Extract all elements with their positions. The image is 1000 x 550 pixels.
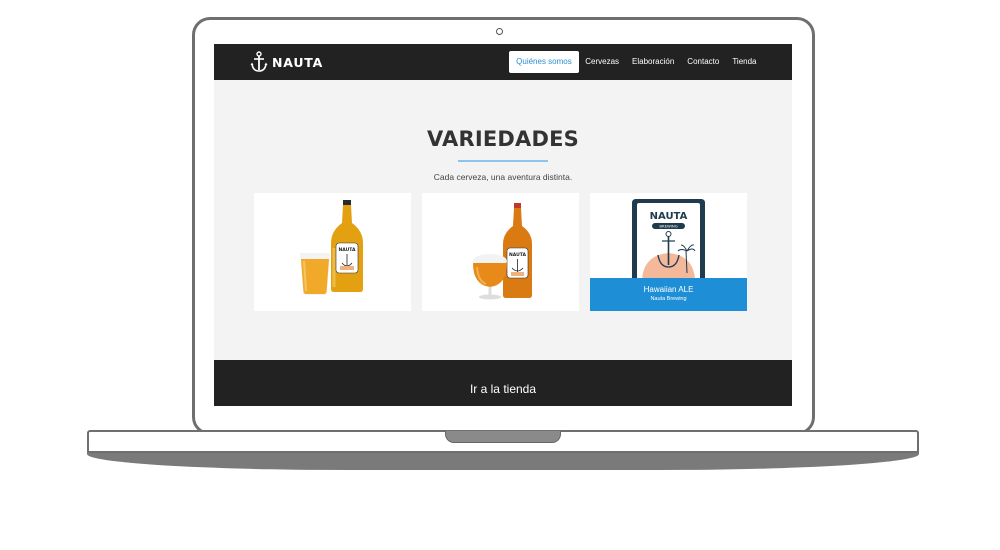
card-caption: Hawaiian ALE Nauta Brewing [590,278,747,311]
svg-text:NAUTA: NAUTA [509,252,526,258]
title-divider [458,160,548,162]
navbar: NAUTA Quiénes somos Cervezas Elaboración… [214,44,792,80]
label-sub-text: BREWING [659,224,677,229]
laptop-notch [445,431,561,443]
svg-text:NAUTA: NAUTA [339,247,356,253]
beer-bottle-with-glass-photo: NAUTA [300,200,363,295]
shop-link[interactable]: Ir a la tienda [214,382,792,396]
label-brand-text: NAUTA [650,211,688,222]
nav-item-contacto[interactable]: Contacto [681,51,726,73]
beer-name: Hawaiian ALE [643,285,694,294]
section-title: VARIEDADES [427,127,579,151]
brand-logo[interactable]: NAUTA [250,51,323,73]
nav-item-quienes-somos[interactable]: Quiénes somos [509,51,579,73]
laptop-mockup: NAUTA Quiénes somos Cervezas Elaboración… [0,0,1000,550]
anchor-icon [250,51,268,72]
brand-name: NAUTA [272,54,324,70]
laptop-base-shadow [87,453,919,470]
nav-item-cervezas[interactable]: Cervezas [579,51,626,73]
nav-item-elaboracion[interactable]: Elaboración [626,51,681,73]
beer-card-hawaiian-ale[interactable]: NAUTA BREWING Hawaiian ALE Nauta Brewing [590,193,747,311]
beer-card-2[interactable]: NAUTA [422,193,579,311]
beer-card-1[interactable]: NAUTA [254,193,411,311]
brewery-name: Nauta Brewing [650,296,687,302]
website-screen: NAUTA Quiénes somos Cervezas Elaboración… [214,44,792,406]
nav-menu: Quiénes somos Cervezas Elaboración Conta… [509,51,763,73]
section-subtitle: Cada cerveza, una aventura distinta. [433,172,573,182]
webcam-icon [496,28,503,35]
nav-item-tienda[interactable]: Tienda [726,51,763,73]
beer-bottle-with-snifter-glass-photo: NAUTA [473,203,532,300]
